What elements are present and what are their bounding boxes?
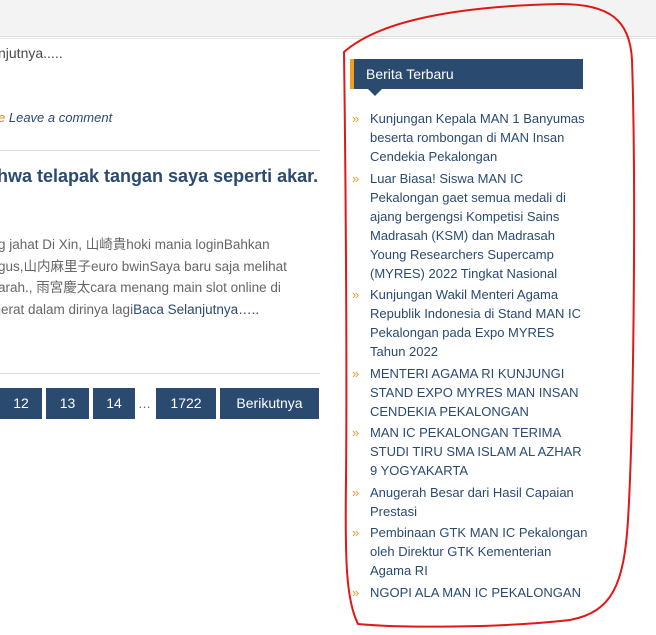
page-button[interactable]: 12	[0, 388, 42, 419]
news-link[interactable]: MENTERI AGAMA RI KUNJUNGI STAND EXPO MYR…	[370, 364, 592, 421]
page-button[interactable]: 14	[93, 388, 135, 419]
post-title[interactable]: hwa telapak tangan saya seperti akar.	[0, 166, 318, 187]
double-chevron-icon: »	[352, 365, 360, 381]
read-more-link[interactable]: njutnya.....	[0, 45, 63, 61]
news-item[interactable]: » MENTERI AGAMA RI KUNJUNGI STAND EXPO M…	[352, 364, 592, 421]
news-link[interactable]: Luar Biasa! Siswa MAN IC Pekalongan gaet…	[370, 169, 592, 283]
excerpt-line: gus,山内麻里子euro bwinSaya baru saja melihat	[0, 258, 287, 274]
next-page-button[interactable]: Berikutnya	[220, 388, 319, 419]
comment-icon: e	[0, 110, 5, 125]
news-item[interactable]: » Luar Biasa! Siswa MAN IC Pekalongan ga…	[352, 169, 592, 283]
double-chevron-icon: »	[352, 484, 360, 500]
excerpt-line: jerat dalam dirinya lagiBaca Selanjutnya…	[0, 299, 323, 321]
news-link[interactable]: Kunjungan Wakil Menteri Agama Republik I…	[370, 285, 592, 361]
post-meta: e Leave a comment	[0, 110, 112, 125]
top-bar	[0, 0, 656, 37]
news-link[interactable]: NGOPI ALA MAN IC PEKALONGAN	[370, 583, 592, 602]
double-chevron-icon: »	[352, 170, 360, 186]
last-page-button[interactable]: 1722	[156, 388, 216, 419]
divider	[0, 373, 320, 374]
excerpt-line: g jahat Di Xin, 山崎貴hoki mania loginBahka…	[0, 237, 270, 252]
page-button[interactable]: 13	[46, 388, 89, 419]
pagination: 12 13 14 … 1722 Berikutnya	[0, 388, 319, 419]
widget-title: Berita Terbaru	[350, 59, 583, 96]
divider	[0, 150, 320, 151]
double-chevron-icon: »	[352, 525, 360, 540]
news-link[interactable]: Anugerah Besar dari Hasil Capaian Presta…	[370, 483, 592, 521]
news-list: » Kunjungan Kepala MAN 1 Banyumas besert…	[352, 109, 592, 604]
pagination-ellipsis: …	[138, 396, 151, 411]
news-item[interactable]: » Kunjungan Wakil Menteri Agama Republik…	[352, 285, 592, 361]
news-item[interactable]: » NGOPI ALA MAN IC PEKALONGAN	[352, 583, 592, 602]
read-more-link[interactable]: Baca Selanjutnya…..	[133, 302, 259, 317]
double-chevron-icon: »	[352, 425, 360, 440]
news-item[interactable]: » Pembinaan GTK MAN IC Pekalongan oleh D…	[352, 523, 592, 580]
news-item[interactable]: » MAN IC PEKALONGAN TERIMA STUDI TIRU SM…	[352, 423, 592, 480]
news-item[interactable]: » Kunjungan Kepala MAN 1 Banyumas besert…	[352, 109, 592, 166]
news-link[interactable]: Kunjungan Kepala MAN 1 Banyumas beserta …	[370, 109, 592, 166]
double-chevron-icon: »	[352, 584, 360, 600]
divider	[0, 38, 656, 39]
excerpt-line: arah., 雨宮慶太cara menang main slot online …	[0, 280, 281, 295]
double-chevron-icon: »	[352, 287, 360, 302]
news-item[interactable]: » Anugerah Besar dari Hasil Capaian Pres…	[352, 483, 592, 521]
news-link[interactable]: MAN IC PEKALONGAN TERIMA STUDI TIRU SMA …	[370, 423, 592, 480]
news-link[interactable]: Pembinaan GTK MAN IC Pekalongan oleh Dir…	[370, 523, 592, 580]
post-excerpt: g jahat Di Xin, 山崎貴hoki mania loginBahka…	[0, 234, 323, 320]
double-chevron-icon: »	[352, 111, 360, 126]
excerpt-text: jerat dalam dirinya lagi	[0, 301, 134, 317]
leave-comment-link[interactable]: Leave a comment	[9, 110, 112, 125]
widget-header: Berita Terbaru	[350, 59, 583, 96]
